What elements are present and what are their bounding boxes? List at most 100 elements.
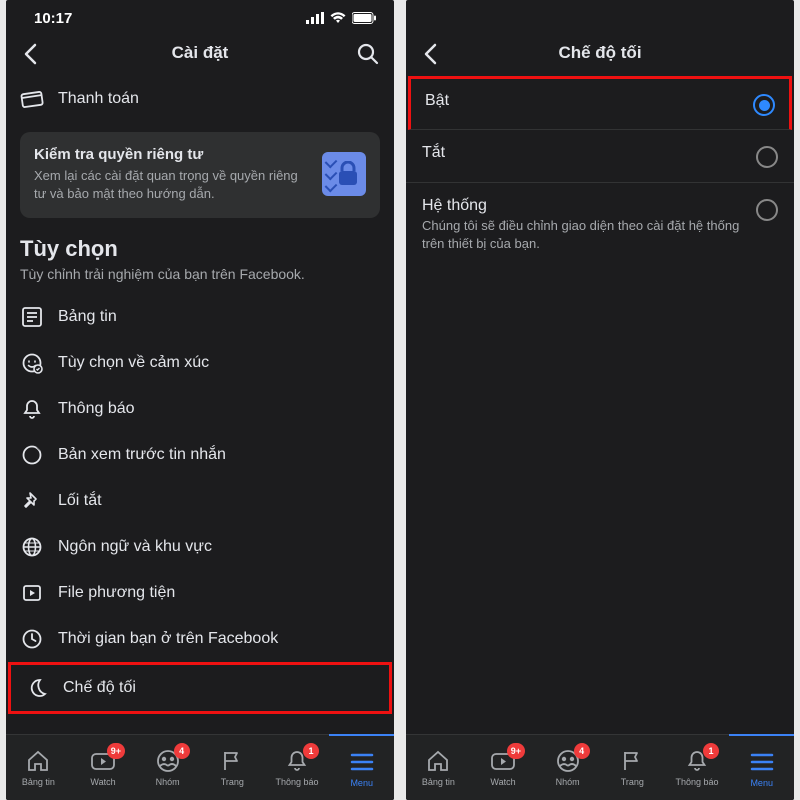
tab-menu[interactable]: Menu <box>729 734 794 800</box>
settings-item-shortcuts[interactable]: Lối tắt <box>6 478 394 524</box>
pin-icon <box>20 489 44 513</box>
settings-screen: 10:17 Cài đặt Thanh toán Kiểm tra quyền … <box>6 0 394 800</box>
wifi-icon <box>330 12 346 24</box>
newsfeed-icon <box>20 305 44 329</box>
tab-label: Nhóm <box>156 777 180 787</box>
signal-icon <box>306 12 324 24</box>
nav-header: Chế độ tối <box>406 30 794 76</box>
dark-mode-screen: Chế độ tối Bật Tắt Hệ thống Chúng tôi sẽ… <box>406 0 794 800</box>
status-time: 10:17 <box>34 10 72 27</box>
settings-item-time-on-facebook[interactable]: Thời gian bạn ở trên Facebook <box>6 616 394 662</box>
page-title: Chế độ tối <box>558 43 641 63</box>
tab-label: Bảng tin <box>22 777 55 787</box>
badge: 1 <box>303 743 319 759</box>
radio-unselected-icon <box>756 199 778 221</box>
tab-label: Thông báo <box>676 777 719 787</box>
option-label: Bật <box>425 92 737 110</box>
flag-icon <box>219 748 245 774</box>
settings-item-newsfeed[interactable]: Bảng tin <box>6 294 394 340</box>
tab-bar: Bảng tin 9+ Watch 4 Nhóm Trang 1 Thông b… <box>406 734 794 800</box>
list-item-label: Thanh toán <box>58 90 380 108</box>
tab-pages[interactable]: Trang <box>200 735 265 800</box>
option-label: Hệ thống <box>422 197 740 215</box>
tab-groups[interactable]: 4 Nhóm <box>135 735 200 800</box>
list-item-label: Tùy chọn về cảm xúc <box>58 354 380 372</box>
section-title: Tùy chọn <box>20 236 380 262</box>
search-icon <box>357 43 379 65</box>
moon-icon <box>25 676 49 700</box>
tab-watch[interactable]: 9+ Watch <box>71 735 136 800</box>
option-system[interactable]: Hệ thống Chúng tôi sẽ điều chỉnh giao di… <box>406 183 794 266</box>
clock-icon <box>20 627 44 651</box>
tab-label: Bảng tin <box>422 777 455 787</box>
list-item-label: Chế độ tối <box>63 679 375 697</box>
tab-label: Menu <box>350 778 373 788</box>
radio-unselected-icon <box>756 146 778 168</box>
badge: 4 <box>574 743 590 759</box>
menu-icon <box>749 749 775 775</box>
chevron-left-icon <box>423 43 437 65</box>
badge: 1 <box>703 743 719 759</box>
settings-item-dark-mode[interactable]: Chế độ tối <box>8 662 392 714</box>
bell-icon <box>20 397 44 421</box>
settings-content: Thanh toán Kiểm tra quyền riêng tư Xem l… <box>6 76 394 734</box>
list-item-label: Thời gian bạn ở trên Facebook <box>58 630 380 648</box>
privacy-lock-icon <box>322 152 366 196</box>
badge: 9+ <box>507 743 525 759</box>
option-label: Tắt <box>422 144 740 162</box>
reaction-icon <box>20 351 44 375</box>
groups-icon: 4 <box>155 748 181 774</box>
page-title: Cài đặt <box>172 43 229 63</box>
tab-notifications[interactable]: 1 Thông báo <box>265 735 330 800</box>
tab-newsfeed[interactable]: Bảng tin <box>6 735 71 800</box>
back-button[interactable] <box>16 40 44 68</box>
privacy-checkup-card[interactable]: Kiểm tra quyền riêng tư Xem lại các cài … <box>20 132 380 218</box>
tab-label: Menu <box>750 778 773 788</box>
dark-mode-options: Bật Tắt Hệ thống Chúng tôi sẽ điều chỉnh… <box>406 76 794 734</box>
settings-item-media[interactable]: File phương tiện <box>6 570 394 616</box>
settings-item-payment[interactable]: Thanh toán <box>6 76 394 122</box>
media-icon <box>20 581 44 605</box>
settings-item-notifications[interactable]: Thông báo <box>6 386 394 432</box>
tab-label: Thông báo <box>276 777 319 787</box>
chevron-left-icon <box>23 43 37 65</box>
list-item-label: Bảng tin <box>58 308 380 326</box>
section-header: Tùy chọn Tùy chỉnh trải nghiệm của bạn t… <box>6 236 394 294</box>
tab-newsfeed[interactable]: Bảng tin <box>406 735 471 800</box>
tab-label: Trang <box>621 777 644 787</box>
badge: 4 <box>174 743 190 759</box>
card-subtitle: Xem lại các cài đặt quan trọng về quyền … <box>34 167 308 202</box>
bell-icon: 1 <box>684 748 710 774</box>
tab-pages[interactable]: Trang <box>600 735 665 800</box>
message-preview-icon <box>20 443 44 467</box>
option-off[interactable]: Tắt <box>406 130 794 183</box>
card-title: Kiểm tra quyền riêng tư <box>34 146 308 163</box>
badge: 9+ <box>107 743 125 759</box>
radio-selected-icon <box>753 94 775 116</box>
bell-icon: 1 <box>284 748 310 774</box>
groups-icon: 4 <box>555 748 581 774</box>
settings-item-message-preview[interactable]: Bản xem trước tin nhắn <box>6 432 394 478</box>
list-item-label: Ngôn ngữ và khu vực <box>58 538 380 556</box>
option-on[interactable]: Bật <box>408 76 792 130</box>
tab-label: Trang <box>221 777 244 787</box>
tab-bar: Bảng tin 9+ Watch 4 Nhóm Trang 1 Thông b… <box>6 734 394 800</box>
battery-icon <box>352 12 376 24</box>
list-item-label: Bản xem trước tin nhắn <box>58 446 380 464</box>
back-button[interactable] <box>416 40 444 68</box>
menu-icon <box>349 749 375 775</box>
tab-label: Nhóm <box>556 777 580 787</box>
tab-notifications[interactable]: 1 Thông báo <box>665 735 730 800</box>
settings-item-reaction[interactable]: Tùy chọn về cảm xúc <box>6 340 394 386</box>
payment-icon <box>20 87 44 111</box>
list-item-label: Thông báo <box>58 400 380 418</box>
tab-watch[interactable]: 9+ Watch <box>471 735 536 800</box>
settings-item-language[interactable]: Ngôn ngữ và khu vực <box>6 524 394 570</box>
flag-icon <box>619 748 645 774</box>
search-button[interactable] <box>354 40 382 68</box>
list-item-label: Lối tắt <box>58 492 380 510</box>
tab-menu[interactable]: Menu <box>329 734 394 800</box>
globe-icon <box>20 535 44 559</box>
watch-icon: 9+ <box>90 748 116 774</box>
tab-groups[interactable]: 4 Nhóm <box>535 735 600 800</box>
